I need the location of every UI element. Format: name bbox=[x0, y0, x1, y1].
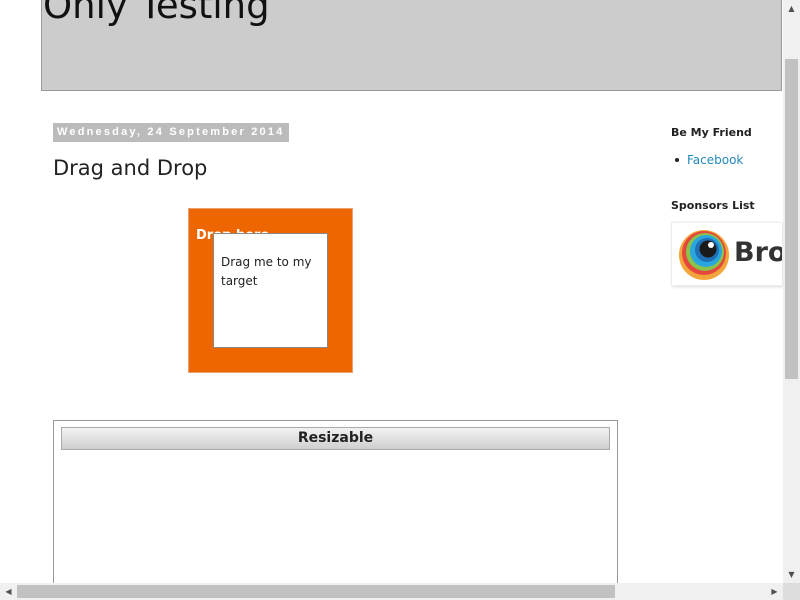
blog-title[interactable]: Only Testing bbox=[43, 0, 270, 27]
facebook-link[interactable]: Facebook bbox=[687, 153, 743, 167]
resizable-box[interactable]: Resizable bbox=[53, 420, 618, 595]
horizontal-scrollbar[interactable]: ◀ ▶ bbox=[0, 583, 783, 600]
scroll-left-icon[interactable]: ◀ bbox=[0, 583, 17, 600]
resizable-header: Resizable bbox=[61, 427, 610, 450]
friend-list: Facebook bbox=[671, 152, 743, 168]
post-date: Wednesday, 24 September 2014 bbox=[53, 123, 289, 142]
sponsor-banner[interactable]: Brow bbox=[671, 222, 782, 286]
draggable-box[interactable]: Drag me to my target bbox=[213, 233, 328, 348]
scroll-right-icon[interactable]: ▶ bbox=[766, 583, 783, 600]
vertical-scrollbar[interactable]: ▲ ▼ bbox=[783, 0, 800, 583]
friend-heading: Be My Friend bbox=[671, 126, 752, 139]
blog-header: Only Testing bbox=[41, 0, 782, 91]
scroll-up-icon[interactable]: ▲ bbox=[783, 0, 800, 17]
draggable-text: Drag me to my target bbox=[221, 255, 312, 288]
sponsor-text: Brow bbox=[734, 237, 782, 268]
scrollbar-corner bbox=[783, 583, 800, 600]
browserstack-logo-icon bbox=[679, 230, 729, 280]
post-title: Drag and Drop bbox=[53, 156, 208, 180]
scroll-down-icon[interactable]: ▼ bbox=[783, 566, 800, 583]
vertical-scroll-thumb[interactable] bbox=[785, 59, 798, 379]
list-item: Facebook bbox=[671, 152, 743, 168]
sponsors-heading: Sponsors List bbox=[671, 199, 755, 212]
horizontal-scroll-thumb[interactable] bbox=[17, 585, 615, 598]
bullet-icon bbox=[675, 157, 679, 162]
